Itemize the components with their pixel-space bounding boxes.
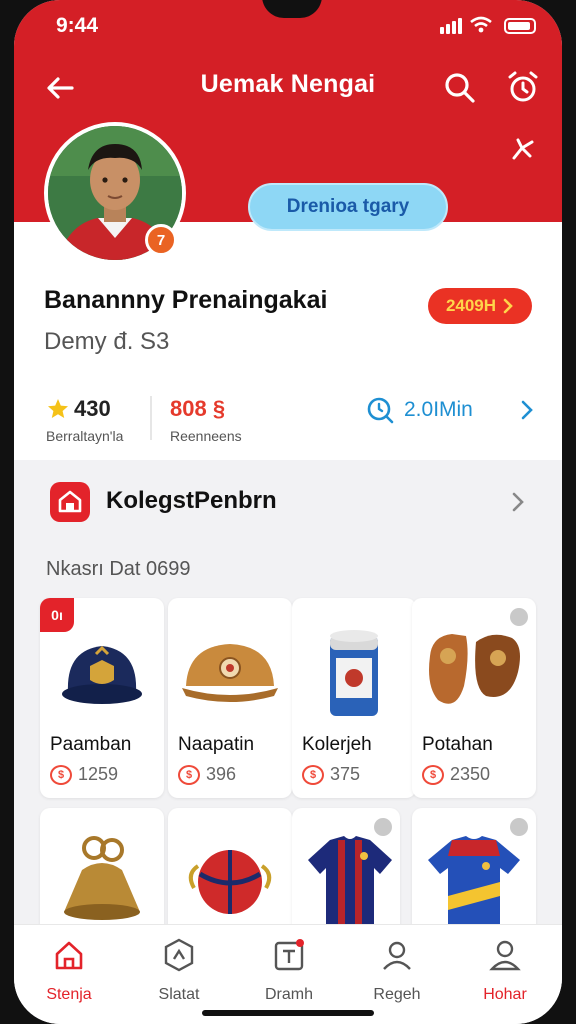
app-screen: 9:44 Uemak Nengai 7 Drenioa tgary Banann… — [14, 0, 562, 1024]
coin-icon: $ — [50, 764, 72, 785]
item-jersey-image — [428, 836, 520, 930]
item-name: Paamban — [50, 734, 132, 755]
wifi-icon — [470, 16, 492, 33]
star-icon — [48, 399, 68, 418]
item-can-image — [330, 630, 378, 716]
points-value: 2409H — [445, 296, 497, 315]
profile-subtitle: Demy đ. S3 — [44, 328, 170, 355]
battery-icon — [504, 18, 536, 34]
item-ball-image — [188, 850, 272, 914]
sparkle-icon[interactable] — [508, 134, 538, 164]
profile-name: Banannny Prenaingakai — [44, 286, 328, 314]
coins-label: Reenneens — [170, 428, 242, 444]
collection-section-bar[interactable] — [14, 460, 562, 540]
coin-icon: $ — [302, 764, 324, 785]
home-icon — [55, 941, 83, 970]
item-price-value: 2350 — [450, 764, 491, 784]
item-name: Kolerjeh — [302, 734, 372, 755]
cellular-signal-icon — [440, 18, 462, 34]
premium-button[interactable]: Drenioa tgary — [248, 183, 448, 231]
time-stat[interactable]: 2.0IMin — [366, 396, 535, 424]
coins-stat: 808 § Reenneens — [170, 396, 242, 444]
profile-icon — [489, 940, 521, 971]
item-jersey-image — [308, 836, 392, 930]
nav-label: Regeh — [373, 986, 421, 1003]
chevron-right-icon — [503, 298, 513, 314]
coin-icon: $ — [178, 764, 200, 785]
item-card[interactable]: 0ı Paamban $ 1259 — [40, 598, 164, 798]
nav-label: Slatat — [158, 986, 200, 1003]
clock-search-icon — [367, 397, 394, 424]
hexagon-icon — [164, 938, 194, 972]
item-name: Potahan — [422, 734, 493, 755]
user-icon — [383, 941, 411, 970]
nav-label: Stenja — [46, 986, 92, 1003]
chevron-right-icon — [521, 400, 533, 420]
coin-icon: $ — [422, 764, 444, 785]
nav-home[interactable]: Stenja — [24, 937, 114, 1004]
item-card[interactable]: Naapatin $ 396 — [168, 598, 292, 798]
phone-frame: 9:44 Uemak Nengai 7 Drenioa tgary Banann… — [0, 0, 576, 1024]
rating-label: Berraltayn'la — [46, 428, 124, 444]
item-price-value: 375 — [330, 764, 361, 784]
item-gloves-image — [429, 634, 520, 704]
item-price-value: 1259 — [78, 764, 119, 784]
collection-subheader: Nkasrı Dat 0699 — [46, 558, 191, 580]
status-icons — [440, 16, 536, 34]
item-card[interactable]: Kolerjeh $ 375 — [292, 598, 416, 798]
coins-value: 808 § — [170, 396, 226, 421]
chevron-right-icon[interactable] — [506, 488, 530, 516]
item-bell-image — [64, 836, 140, 920]
avatar-level-badge: 7 — [145, 224, 177, 256]
nav-label: Dramh — [264, 986, 313, 1003]
alarm-clock-icon[interactable] — [504, 68, 542, 106]
item-helmet-image — [182, 644, 278, 702]
item-cap-image — [62, 645, 142, 704]
item-price: $ 396 — [178, 764, 236, 785]
stats-divider — [150, 396, 152, 440]
item-price-value: 396 — [206, 764, 237, 784]
home-indicator[interactable] — [202, 1010, 374, 1016]
item-price: $ 2350 — [422, 764, 490, 785]
item-price: $ 375 — [302, 764, 360, 785]
nav-drama[interactable]: Dramh — [244, 937, 334, 1004]
bottom-navigation: Stenja Slatat Dramh Regeh Hohar — [14, 924, 562, 1024]
rating-stat: 430 Berraltayn'la — [46, 396, 123, 444]
page-title: Uemak Nengai — [200, 70, 376, 98]
nav-profile[interactable]: Hohar — [460, 937, 550, 1004]
item-card[interactable]: Potahan $ 2350 — [412, 598, 536, 798]
status-time: 9:44 — [56, 14, 99, 37]
points-badge[interactable]: 2409H — [428, 288, 532, 324]
nav-region[interactable]: Regeh — [352, 937, 442, 1004]
search-icon[interactable] — [442, 70, 478, 106]
time-value: 2.0IMin — [404, 398, 473, 421]
store-icon — [50, 482, 90, 522]
nav-stats[interactable]: Slatat — [134, 937, 224, 1004]
note-icon — [274, 939, 304, 971]
collection-title: KolegstPenbrn — [106, 487, 277, 514]
item-name: Naapatin — [178, 734, 255, 755]
item-price: $ 1259 — [50, 764, 118, 785]
nav-label: Hohar — [483, 986, 527, 1003]
rating-value: 430 — [74, 396, 111, 421]
